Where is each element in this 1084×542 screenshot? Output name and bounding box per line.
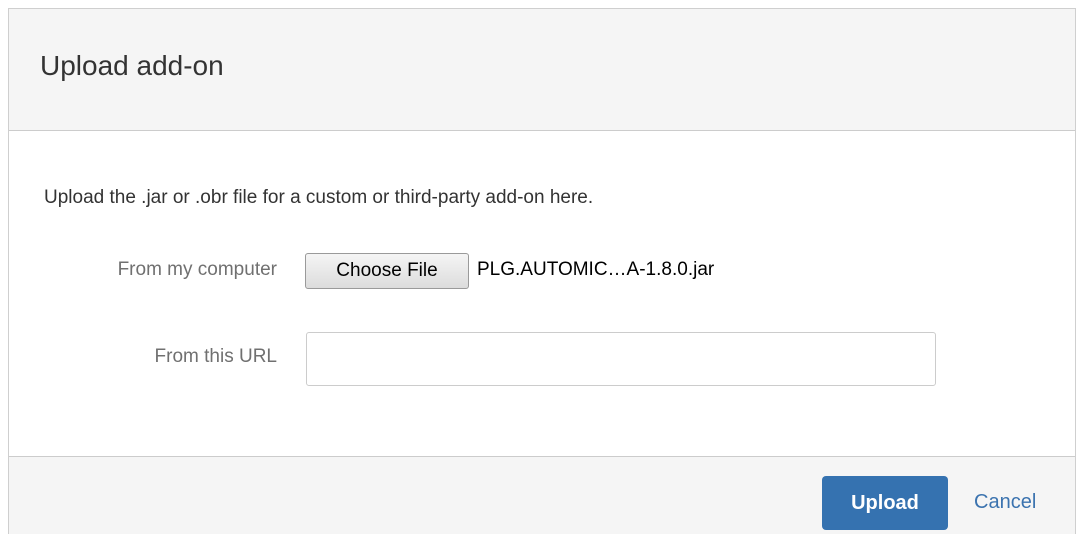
selected-file-name: PLG.AUTOMIC…A-1.8.0.jar: [477, 259, 715, 280]
from-computer-label: From my computer: [117, 259, 277, 280]
dialog-description: Upload the .jar or .obr file for a custo…: [44, 187, 594, 208]
dialog-header: Upload add-on: [9, 9, 1075, 131]
choose-file-button[interactable]: Choose File: [305, 253, 469, 289]
url-input[interactable]: [306, 332, 936, 386]
upload-button[interactable]: Upload: [822, 476, 948, 530]
cancel-link[interactable]: Cancel: [974, 490, 1036, 514]
from-url-label: From this URL: [154, 346, 277, 367]
dialog-title: Upload add-on: [40, 50, 224, 81]
upload-addon-dialog: Upload add-on Upload the .jar or .obr fi…: [8, 8, 1076, 534]
dialog-footer: Upload Cancel: [9, 456, 1075, 534]
